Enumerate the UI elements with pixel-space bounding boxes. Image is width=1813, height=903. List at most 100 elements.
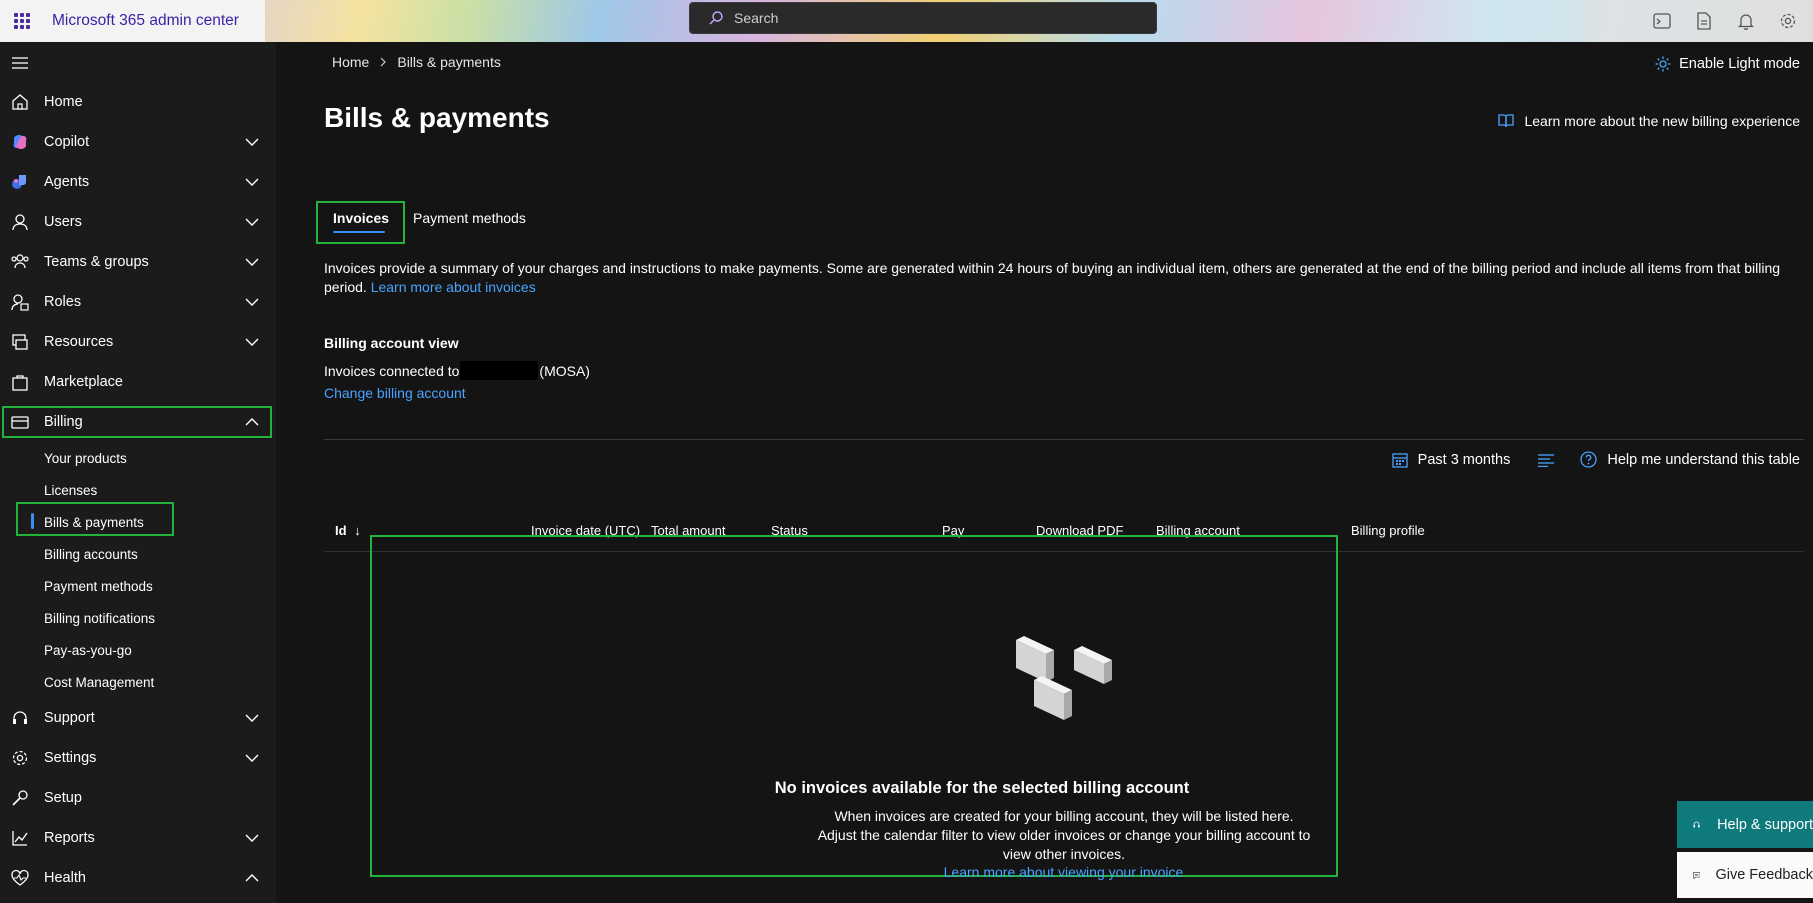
column-header-billing-profile[interactable]: Billing profile (1351, 523, 1425, 538)
heart-pulse-icon (10, 868, 30, 888)
sidebar-subitem-billing-notifications[interactable]: Billing notifications (44, 611, 155, 626)
help-circle-icon[interactable] (1580, 451, 1597, 468)
sidebar-item-label: Agents (44, 174, 90, 190)
sidebar-subitem-cost-management[interactable]: Cost Management (44, 675, 154, 690)
top-icon-group (1583, 0, 1813, 42)
agents-icon (10, 172, 30, 192)
people-group-icon (10, 252, 30, 272)
divider (324, 439, 1804, 440)
empty-state-title: No invoices available for the selected b… (774, 779, 1190, 797)
sidebar-subitem-licenses[interactable]: Licenses (44, 483, 97, 498)
sidebar-item-agents[interactable]: Agents (0, 163, 276, 201)
gear-icon (10, 748, 30, 768)
top-bar: Microsoft 365 admin center (0, 0, 1813, 42)
light-mode-toggle[interactable]: Enable Light mode (1655, 56, 1800, 72)
resources-icon (10, 332, 30, 352)
change-billing-account-link[interactable]: Change billing account (324, 385, 466, 401)
invoices-description: Invoices provide a summary of your charg… (324, 259, 1804, 297)
sidebar-item-home[interactable]: Home (0, 83, 276, 121)
learn-more-invoices-link[interactable]: Learn more about invoices (371, 279, 536, 295)
help-understand-table-link[interactable]: Help me understand this table (1607, 452, 1800, 468)
brand-area: Microsoft 365 admin center (0, 0, 265, 42)
hamburger-menu-icon[interactable] (12, 56, 28, 70)
sidebar: Home Copilot Agents Users Teams & groups… (0, 42, 276, 903)
book-icon (1498, 114, 1515, 128)
sort-down-arrow-icon: ↓ (354, 523, 361, 538)
give-feedback-button[interactable]: Give Feedback (1677, 852, 1813, 898)
column-options-icon[interactable] (1538, 453, 1555, 467)
column-label: Id (335, 523, 347, 538)
sidebar-item-settings[interactable]: Settings (0, 739, 276, 777)
bell-icon[interactable] (1736, 11, 1756, 31)
give-feedback-label: Give Feedback (1715, 867, 1813, 883)
calendar-icon[interactable] (1392, 452, 1408, 468)
account-prefix: Invoices connected to (324, 362, 460, 379)
search-icon (709, 11, 723, 25)
wrench-icon (10, 788, 30, 808)
chevron-right-icon (380, 57, 387, 67)
breadcrumb: Home Bills & payments (332, 54, 501, 70)
terminal-icon[interactable] (1652, 11, 1672, 31)
user-icon (10, 212, 30, 232)
chevron-down-icon (245, 138, 259, 146)
document-icon[interactable] (1694, 11, 1714, 31)
sidebar-item-label: Reports (44, 830, 95, 846)
sidebar-item-label: Users (44, 214, 82, 230)
gear-icon[interactable] (1778, 11, 1798, 31)
sidebar-item-label: Health (44, 870, 86, 886)
learn-more-billing-link[interactable]: Learn more about the new billing experie… (1498, 113, 1800, 129)
sidebar-item-teams-groups[interactable]: Teams & groups (0, 243, 276, 281)
main-content: Home Bills & payments Enable Light mode … (276, 42, 1813, 903)
chevron-down-icon (245, 754, 259, 762)
sidebar-subitem-your-products[interactable]: Your products (44, 451, 127, 466)
chevron-down-icon (245, 178, 259, 186)
breadcrumb-home[interactable]: Home (332, 54, 369, 70)
sidebar-item-reports[interactable]: Reports (0, 819, 276, 857)
sun-icon (1655, 56, 1671, 72)
account-suffix: (MOSA) (539, 362, 590, 379)
sidebar-item-users[interactable]: Users (0, 203, 276, 241)
role-icon (10, 292, 30, 312)
help-support-button[interactable]: Help & support (1677, 801, 1813, 848)
empty-state-text: When invoices are created for your billi… (817, 808, 1311, 862)
sidebar-item-label: Resources (44, 334, 114, 350)
learn-more-billing-label: Learn more about the new billing experie… (1524, 113, 1800, 129)
sidebar-item-health[interactable]: Health (0, 859, 276, 897)
empty-invoices-illustration (1016, 636, 1112, 720)
app-launcher-icon[interactable] (14, 13, 30, 29)
page-title: Bills & payments (324, 102, 550, 133)
billing-account-line: Invoices connected to (MOSA) (324, 361, 590, 380)
sidebar-item-label: Roles (44, 294, 82, 310)
chevron-down-icon (245, 834, 259, 842)
headset-icon (1693, 821, 1700, 828)
sidebar-item-roles[interactable]: Roles (0, 283, 276, 321)
search-input[interactable] (734, 10, 1134, 26)
sidebar-item-resources[interactable]: Resources (0, 323, 276, 361)
feedback-chat-icon (1693, 871, 1701, 879)
sidebar-item-label: Support (44, 710, 95, 726)
date-range-filter[interactable]: Past 3 months (1418, 452, 1511, 468)
shopping-bag-icon (10, 372, 30, 392)
chevron-up-icon (245, 874, 259, 882)
help-support-label: Help & support (1717, 816, 1813, 833)
highlight-box-invoices-tab (316, 201, 405, 244)
sidebar-item-support[interactable]: Support (0, 699, 276, 737)
sidebar-subitem-payment-methods[interactable]: Payment methods (44, 579, 153, 594)
billing-account-view-title: Billing account view (324, 335, 459, 351)
sidebar-item-setup[interactable]: Setup (0, 779, 276, 817)
sidebar-subitem-pay-as-you-go[interactable]: Pay-as-you-go (44, 643, 132, 658)
sidebar-item-label: Teams & groups (44, 254, 149, 270)
sidebar-item-copilot[interactable]: Copilot (0, 123, 276, 161)
breadcrumb-current: Bills & payments (397, 54, 501, 70)
search-box[interactable] (689, 2, 1157, 34)
learn-more-viewing-invoice-link[interactable]: Learn more about viewing your invoice (276, 864, 1813, 880)
sidebar-item-marketplace[interactable]: Marketplace (0, 363, 276, 401)
app-title[interactable]: Microsoft 365 admin center (52, 12, 239, 30)
sidebar-subitem-billing-accounts[interactable]: Billing accounts (44, 547, 138, 562)
copilot-icon (10, 132, 30, 152)
sidebar-item-label: Setup (44, 790, 82, 806)
column-header-id[interactable]: Id ↓ (335, 523, 361, 538)
tab-payment-methods[interactable]: Payment methods (413, 210, 526, 226)
chevron-down-icon (245, 714, 259, 722)
sidebar-item-label: Settings (44, 750, 97, 766)
